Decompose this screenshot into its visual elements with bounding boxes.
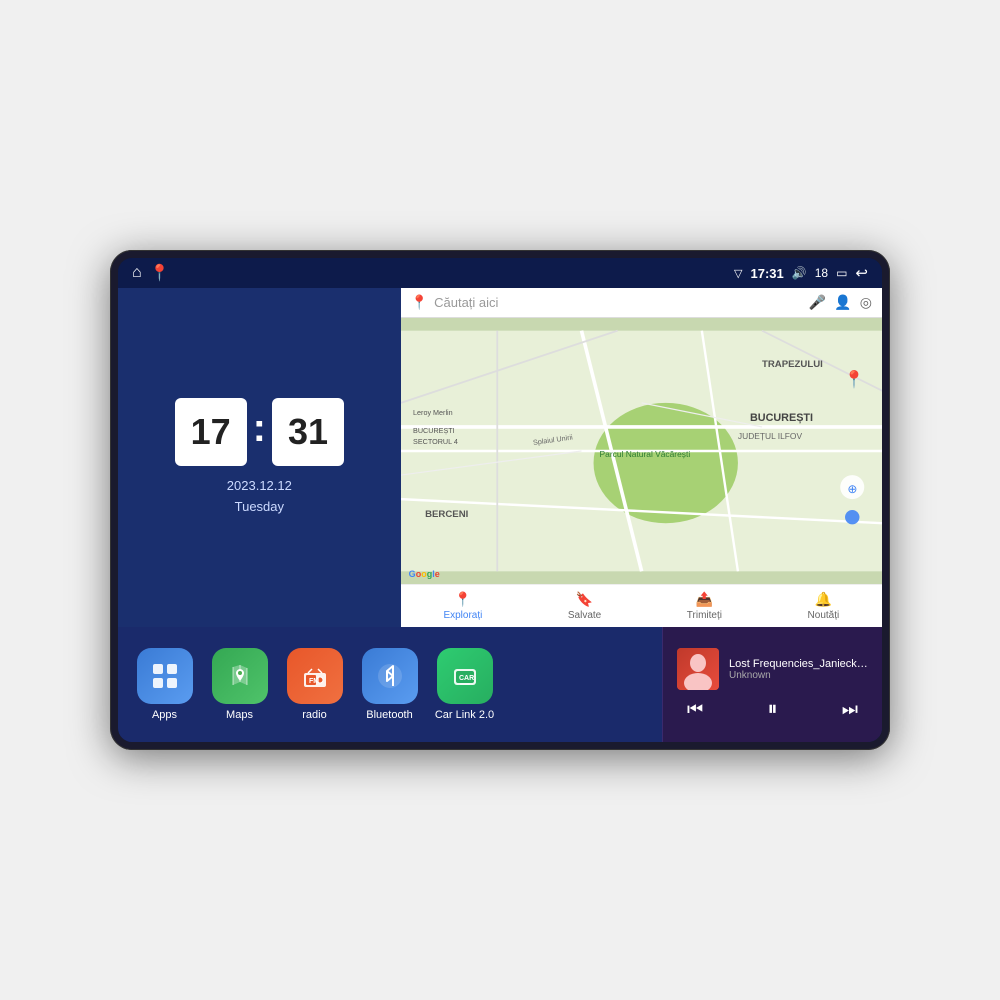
carlink-label: Car Link 2.0 [435, 709, 494, 721]
back-icon[interactable]: ↩ [855, 264, 868, 282]
battery-icon: ▭ [836, 266, 847, 280]
map-bottom-bar: 📍 Explorați 🔖 Salvate 📤 Trimiteți � [401, 584, 882, 627]
share-icon: 📤 [696, 591, 713, 608]
app-item-bluetooth[interactable]: Bluetooth [357, 648, 422, 721]
svg-text:Parcul Natural Văcărești: Parcul Natural Văcărești [599, 449, 690, 459]
app-item-apps[interactable]: Apps [132, 648, 197, 721]
layers-icon[interactable]: ◎ [860, 294, 872, 311]
status-bar: ⌂ 📍 ▽ 17:31 🔊 18 ▭ ↩ [118, 258, 882, 288]
time-display: 17:31 [751, 266, 784, 281]
account-icon[interactable]: 👤 [834, 294, 851, 311]
music-controls: ⏮ ⏸ ⏭ [677, 698, 868, 721]
apps-icon [137, 648, 193, 704]
battery-level: 18 [815, 266, 828, 280]
carlink-icon: CAR [437, 648, 493, 704]
clock-minute: 31 [272, 398, 344, 466]
map-nav-news[interactable]: 🔔 Noutăți [808, 591, 840, 621]
status-left-icons: ⌂ 📍 [132, 263, 170, 283]
clock-display: 17 : 31 [175, 398, 344, 466]
svg-text:FM: FM [309, 678, 319, 685]
map-nav-saved[interactable]: 🔖 Salvate [568, 591, 601, 621]
volume-icon: 🔊 [792, 266, 807, 280]
clock-date: 2023.12.12 Tuesday [227, 476, 292, 518]
radio-icon: FM [287, 648, 343, 704]
map-nav-explore[interactable]: 📍 Explorați [443, 591, 482, 621]
svg-text:TRAPEZULUI: TRAPEZULUI [762, 359, 823, 370]
map-panel[interactable]: 📍 Căutați aici 🎤 👤 ◎ [401, 288, 882, 627]
app-item-radio[interactable]: FM radio [282, 648, 347, 721]
map-body[interactable]: TRAPEZULUI BUCUREȘTI JUDEȚUL ILFOV BERCE… [401, 318, 882, 584]
music-info: Lost Frequencies_Janieck Devy-... Unknow… [729, 658, 868, 681]
maps-pin-icon[interactable]: 📍 [150, 263, 170, 283]
music-thumbnail [677, 648, 719, 690]
svg-text:⊕: ⊕ [847, 482, 857, 496]
clock-panel: 17 : 31 2023.12.12 Tuesday [118, 288, 401, 627]
app-item-maps[interactable]: Maps [207, 648, 272, 721]
maps-label: Maps [226, 709, 253, 721]
device-screen: ⌂ 📍 ▽ 17:31 🔊 18 ▭ ↩ 17 : [118, 258, 882, 742]
svg-text:📍: 📍 [843, 369, 864, 389]
signal-icon: ▽ [734, 267, 742, 280]
car-display-device: ⌂ 📍 ▽ 17:31 🔊 18 ▭ ↩ 17 : [110, 250, 890, 750]
bluetooth-icon [362, 648, 418, 704]
svg-text:JUDEȚUL ILFOV: JUDEȚUL ILFOV [738, 431, 803, 441]
mic-icon[interactable]: 🎤 [809, 294, 826, 311]
map-search-input[interactable]: Căutați aici [434, 295, 803, 310]
svg-text:BERCENI: BERCENI [425, 509, 469, 520]
svg-text:SECTORUL 4: SECTORUL 4 [413, 437, 458, 446]
apps-label: Apps [152, 709, 177, 721]
map-search-bar[interactable]: 📍 Căutați aici 🎤 👤 ◎ [401, 288, 882, 318]
home-icon[interactable]: ⌂ [132, 264, 142, 282]
saved-icon: 🔖 [576, 591, 593, 608]
maps-icon [212, 648, 268, 704]
app-item-carlink[interactable]: CAR Car Link 2.0 [432, 648, 497, 721]
map-search-actions: 🎤 👤 ◎ [809, 294, 872, 311]
google-logo: Google [409, 569, 440, 579]
music-prev-button[interactable]: ⏮ [687, 699, 703, 720]
apps-section: Apps Ma [118, 627, 662, 742]
explore-icon: 📍 [454, 591, 471, 608]
map-logo-icon: 📍 [411, 294, 428, 311]
music-next-button[interactable]: ⏭ [842, 699, 858, 720]
music-section: Lost Frequencies_Janieck Devy-... Unknow… [662, 627, 882, 742]
svg-text:Leroy Merlin: Leroy Merlin [413, 408, 453, 417]
svg-text:BUCUREȘTI: BUCUREȘTI [413, 426, 455, 435]
bottom-row: Apps Ma [118, 627, 882, 742]
map-nav-share[interactable]: 📤 Trimiteți [687, 591, 722, 621]
music-artist: Unknown [729, 670, 868, 681]
radio-label: radio [302, 709, 326, 721]
music-title: Lost Frequencies_Janieck Devy-... [729, 658, 868, 670]
top-row: 17 : 31 2023.12.12 Tuesday 📍 Căutați aic… [118, 288, 882, 627]
status-right-info: ▽ 17:31 🔊 18 ▭ ↩ [734, 264, 868, 282]
clock-colon: : [253, 406, 266, 451]
main-content: 17 : 31 2023.12.12 Tuesday 📍 Căutați aic… [118, 288, 882, 742]
svg-text:CAR: CAR [459, 675, 474, 682]
music-top: Lost Frequencies_Janieck Devy-... Unknow… [677, 648, 868, 690]
news-icon: 🔔 [815, 591, 832, 608]
bluetooth-label: Bluetooth [366, 709, 412, 721]
svg-text:BUCUREȘTI: BUCUREȘTI [750, 412, 813, 424]
music-play-button[interactable]: ⏸ [768, 698, 778, 721]
clock-hour: 17 [175, 398, 247, 466]
